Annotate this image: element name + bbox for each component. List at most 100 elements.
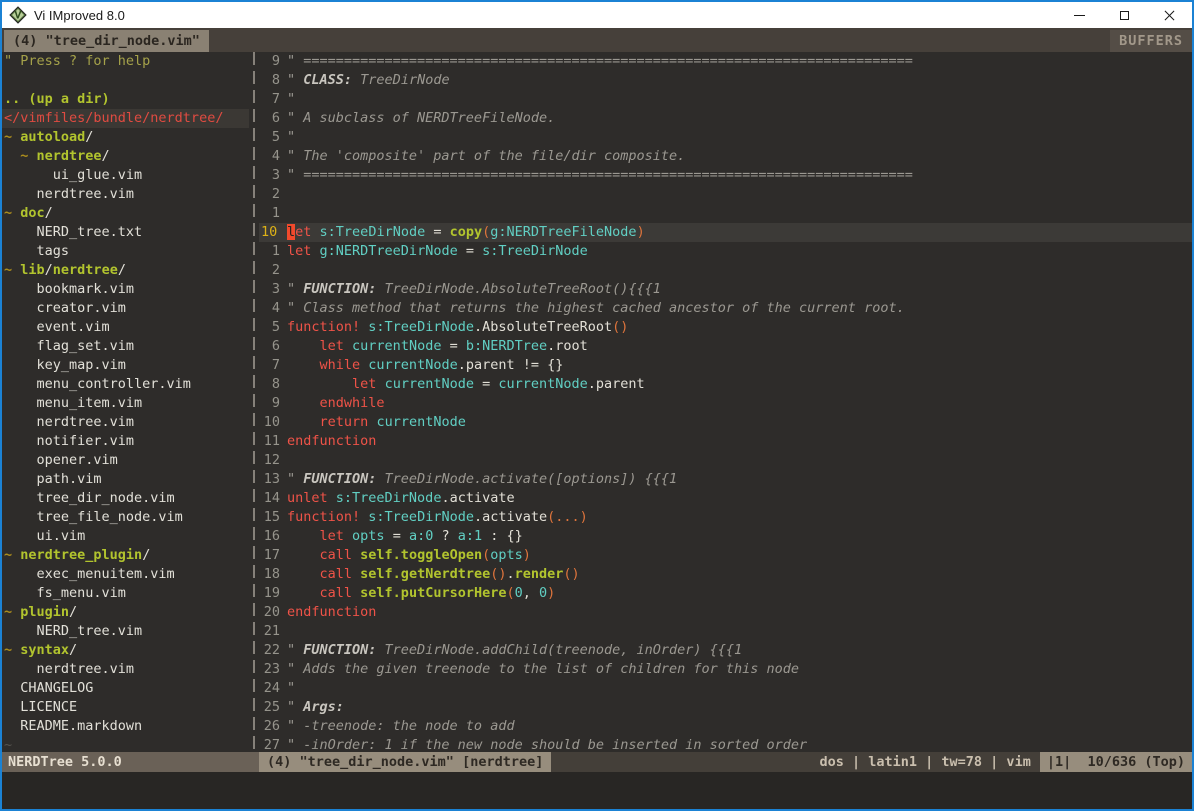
tree-row[interactable]: CHANGELOG bbox=[2, 679, 249, 698]
tree-row[interactable]: ~ nerdtree_plugin/ bbox=[2, 546, 249, 565]
code-row[interactable]: 11endfunction bbox=[259, 432, 1192, 451]
code-row[interactable]: 8 let currentNode = currentNode.parent bbox=[259, 375, 1192, 394]
close-button[interactable] bbox=[1147, 2, 1192, 28]
tree-row[interactable]: NERD_tree.txt bbox=[2, 223, 249, 242]
tree-row[interactable]: nerdtree.vim bbox=[2, 413, 249, 432]
tree-row[interactable]: event.vim bbox=[2, 318, 249, 337]
tree-row[interactable]: tree_file_node.vim bbox=[2, 508, 249, 527]
code-row[interactable]: 4" The 'composite' part of the file/dir … bbox=[259, 147, 1192, 166]
tree-row[interactable]: ~ bbox=[2, 736, 249, 752]
code-row[interactable]: 16 let opts = a:0 ? a:1 : {} bbox=[259, 527, 1192, 546]
code-row[interactable]: 8" CLASS: TreeDirNode bbox=[259, 71, 1192, 90]
code-row[interactable]: 12 bbox=[259, 451, 1192, 470]
line-number: 2 bbox=[259, 261, 287, 280]
code-row[interactable]: 3" FUNCTION: TreeDirNode.AbsoluteTreeRoo… bbox=[259, 280, 1192, 299]
tree-row[interactable]: ~ syntax/ bbox=[2, 641, 249, 660]
line-number: 17 bbox=[259, 546, 287, 565]
tree-row[interactable]: ~ lib/nerdtree/ bbox=[2, 261, 249, 280]
code-row[interactable]: 3" =====================================… bbox=[259, 166, 1192, 185]
line-number: 19 bbox=[259, 584, 287, 603]
tree-row[interactable]: menu_item.vim bbox=[2, 394, 249, 413]
minimize-button[interactable] bbox=[1057, 2, 1102, 28]
code-text: function! s:TreeDirNode.activate(...) bbox=[287, 508, 588, 527]
titlebar[interactable]: Vi IMproved 8.0 bbox=[2, 2, 1192, 28]
maximize-button[interactable] bbox=[1102, 2, 1147, 28]
code-row[interactable]: 6" A subclass of NERDTreeFileNode. bbox=[259, 109, 1192, 128]
code-row[interactable]: 26" -treenode: the node to add bbox=[259, 717, 1192, 736]
tree-row[interactable]: tags bbox=[2, 242, 249, 261]
code-text: " Class method that returns the highest … bbox=[287, 299, 905, 318]
code-row[interactable]: 7" bbox=[259, 90, 1192, 109]
code-text: " bbox=[287, 128, 295, 147]
tree-row[interactable]: key_map.vim bbox=[2, 356, 249, 375]
code-row[interactable]: 25" Args: bbox=[259, 698, 1192, 717]
code-row[interactable]: 5" bbox=[259, 128, 1192, 147]
tree-row[interactable]: </vimfiles/bundle/nerdtree/ bbox=[2, 109, 249, 128]
tab-active[interactable]: (4) "tree_dir_node.vim" bbox=[4, 30, 209, 52]
code-row[interactable]: 21 bbox=[259, 622, 1192, 641]
tree-row[interactable]: ui_glue.vim bbox=[2, 166, 249, 185]
code-row[interactable]: 27" -inOrder: 1 if the new node should b… bbox=[259, 736, 1192, 752]
code-text: " bbox=[287, 679, 295, 698]
tree-row[interactable]: notifier.vim bbox=[2, 432, 249, 451]
tree-row[interactable]: opener.vim bbox=[2, 451, 249, 470]
code-text: " Args: bbox=[287, 698, 344, 717]
tree-row[interactable] bbox=[2, 71, 249, 90]
tree-row[interactable]: README.markdown bbox=[2, 717, 249, 736]
code-row[interactable]: 20endfunction bbox=[259, 603, 1192, 622]
nerdtree-panel[interactable]: " Press ? for help .. (up a dir)</vimfile… bbox=[2, 52, 249, 752]
tree-row[interactable]: NERD_tree.vim bbox=[2, 622, 249, 641]
code-row[interactable]: 15function! s:TreeDirNode.activate(...) bbox=[259, 508, 1192, 527]
tree-row[interactable]: bookmark.vim bbox=[2, 280, 249, 299]
code-row[interactable]: 7 while currentNode.parent != {} bbox=[259, 356, 1192, 375]
code-row-current[interactable]: 10let s:TreeDirNode = copy(g:NERDTreeFil… bbox=[259, 223, 1192, 242]
code-row[interactable]: 17 call self.toggleOpen(opts) bbox=[259, 546, 1192, 565]
tree-row[interactable]: tree_dir_node.vim bbox=[2, 489, 249, 508]
code-row[interactable]: 19 call self.putCursorHere(0, 0) bbox=[259, 584, 1192, 603]
code-row[interactable]: 2 bbox=[259, 185, 1192, 204]
tree-row[interactable]: ui.vim bbox=[2, 527, 249, 546]
code-row[interactable]: 5function! s:TreeDirNode.AbsoluteTreeRoo… bbox=[259, 318, 1192, 337]
tree-row[interactable]: ~ plugin/ bbox=[2, 603, 249, 622]
line-number: 8 bbox=[259, 375, 287, 394]
code-text: let g:NERDTreeDirNode = s:TreeDirNode bbox=[287, 242, 588, 261]
tree-row[interactable]: " Press ? for help bbox=[2, 52, 249, 71]
tree-row[interactable]: path.vim bbox=[2, 470, 249, 489]
code-row[interactable]: 9" =====================================… bbox=[259, 52, 1192, 71]
tree-row[interactable]: fs_menu.vim bbox=[2, 584, 249, 603]
tree-row[interactable]: ~ doc/ bbox=[2, 204, 249, 223]
code-row[interactable]: 1let g:NERDTreeDirNode = s:TreeDirNode bbox=[259, 242, 1192, 261]
tree-row[interactable]: exec_menuitem.vim bbox=[2, 565, 249, 584]
tree-row[interactable]: flag_set.vim bbox=[2, 337, 249, 356]
code-row[interactable]: 13" FUNCTION: TreeDirNode.activate([opti… bbox=[259, 470, 1192, 489]
code-text: " -inOrder: 1 if the new node should be … bbox=[287, 736, 807, 752]
tree-row[interactable]: nerdtree.vim bbox=[2, 185, 249, 204]
code-row[interactable]: 1 bbox=[259, 204, 1192, 223]
tree-row[interactable]: menu_controller.vim bbox=[2, 375, 249, 394]
tree-row[interactable]: ~ autoload/ bbox=[2, 128, 249, 147]
code-text: " FUNCTION: TreeDirNode.AbsoluteTreeRoot… bbox=[287, 280, 661, 299]
code-row[interactable]: 24" bbox=[259, 679, 1192, 698]
code-text: endwhile bbox=[287, 394, 385, 413]
vertical-split-separator[interactable] bbox=[249, 52, 259, 752]
code-text: " CLASS: TreeDirNode bbox=[287, 71, 450, 90]
tree-row[interactable]: nerdtree.vim bbox=[2, 660, 249, 679]
code-row[interactable]: 2 bbox=[259, 261, 1192, 280]
code-text: " FUNCTION: TreeDirNode.addChild(treenod… bbox=[287, 641, 742, 660]
code-row[interactable]: 4" Class method that returns the highest… bbox=[259, 299, 1192, 318]
code-row[interactable]: 6 let currentNode = b:NERDTree.root bbox=[259, 337, 1192, 356]
tree-row[interactable]: LICENCE bbox=[2, 698, 249, 717]
vim-window: Vi IMproved 8.0 (4) "tree_dir_node.vim" … bbox=[0, 0, 1194, 811]
editor-panel[interactable]: 9" =====================================… bbox=[259, 52, 1192, 752]
code-row[interactable]: 18 call self.getNerdtree().render() bbox=[259, 565, 1192, 584]
code-text: endfunction bbox=[287, 603, 376, 622]
code-row[interactable]: 10 return currentNode bbox=[259, 413, 1192, 432]
tree-row[interactable]: .. (up a dir) bbox=[2, 90, 249, 109]
code-row[interactable]: 23" Adds the given treenode to the list … bbox=[259, 660, 1192, 679]
tree-row[interactable]: creator.vim bbox=[2, 299, 249, 318]
code-row[interactable]: 22" FUNCTION: TreeDirNode.addChild(treen… bbox=[259, 641, 1192, 660]
line-number: 16 bbox=[259, 527, 287, 546]
code-row[interactable]: 14unlet s:TreeDirNode.activate bbox=[259, 489, 1192, 508]
tree-row[interactable]: ~ nerdtree/ bbox=[2, 147, 249, 166]
code-row[interactable]: 9 endwhile bbox=[259, 394, 1192, 413]
